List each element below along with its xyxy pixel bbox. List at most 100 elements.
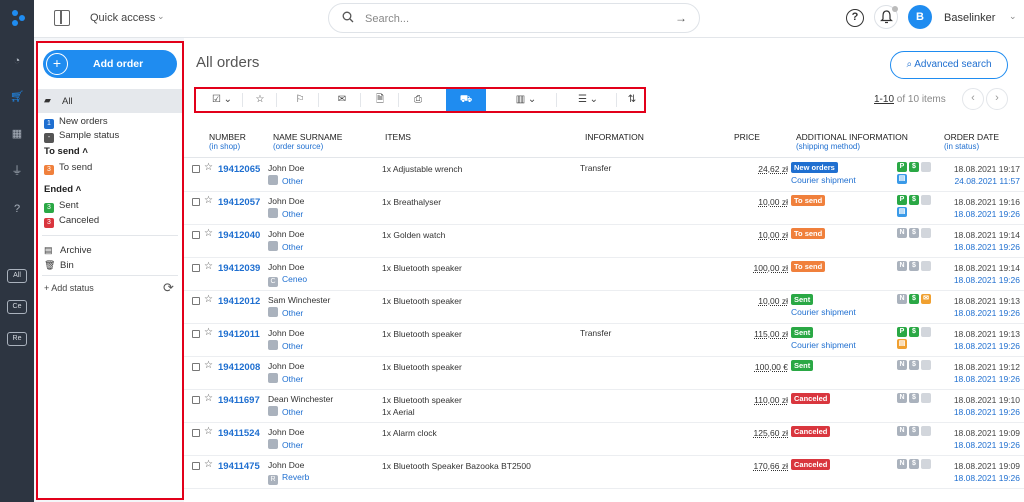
row-checkbox[interactable] bbox=[192, 429, 200, 437]
plug-icon[interactable]: ⏚ bbox=[9, 164, 25, 178]
col-price[interactable]: PRICE bbox=[734, 132, 760, 142]
sidebar-toggle-icon[interactable] bbox=[54, 10, 70, 26]
baselinker-logo[interactable] bbox=[8, 8, 28, 28]
status-item-sent[interactable]: 3 Sent bbox=[44, 200, 79, 214]
order-number-link[interactable]: 19411697 bbox=[218, 395, 260, 406]
table-row[interactable]: ☆ 19412012 Sam Winchester Other 1x Bluetooth… bbox=[184, 291, 1024, 324]
payment-flag-icon[interactable]: $ bbox=[909, 195, 919, 205]
avatar[interactable]: B bbox=[908, 5, 932, 29]
order-number-link[interactable]: 19412008 bbox=[218, 362, 260, 373]
sort-icon[interactable]: ⇅ bbox=[622, 91, 642, 109]
status-item-canceled[interactable]: 3 Canceled bbox=[44, 215, 99, 229]
order-source[interactable]: Other bbox=[268, 241, 303, 252]
advanced-search-button[interactable]: ⌕ Advanced search bbox=[890, 51, 1008, 79]
quick-access-menu[interactable]: Quick access bbox=[90, 12, 155, 24]
order-source[interactable]: Other bbox=[268, 406, 303, 417]
status-item-sample-status[interactable]: - Sample status bbox=[44, 130, 119, 144]
order-source[interactable]: Other bbox=[268, 439, 303, 450]
chevron-down-icon[interactable]: ⌄ bbox=[157, 11, 165, 22]
chevron-left-icon[interactable]: ‹ bbox=[962, 88, 984, 110]
refresh-icon[interactable]: ⟳ bbox=[163, 280, 174, 296]
payment-flag-icon[interactable]: $ bbox=[909, 294, 919, 304]
status-badge[interactable]: Sent bbox=[791, 294, 814, 305]
table-row[interactable]: ☆ 19412008 John Doe Other 1x Bluetooth speak… bbox=[184, 357, 1024, 390]
not-paid-flag-icon[interactable]: N bbox=[897, 294, 907, 304]
status-item-to-send[interactable]: 3 To send bbox=[44, 162, 92, 176]
order-number-link[interactable]: 19412040 bbox=[218, 230, 260, 241]
star-icon[interactable]: ☆ bbox=[204, 162, 213, 173]
chevron-down-icon[interactable]: ⌄ bbox=[1009, 11, 1017, 22]
order-source[interactable]: Other bbox=[268, 340, 303, 351]
status-item-bin[interactable]: 🗑︎ Bin bbox=[44, 260, 74, 271]
order-price[interactable]: 10,00 zł bbox=[704, 296, 788, 306]
star-icon[interactable]: ☆ bbox=[204, 327, 213, 338]
table-row[interactable]: ☆ 19412039 John Doe C Ceneo 1x Bluetooth spea… bbox=[184, 258, 1024, 291]
not-paid-flag-icon[interactable]: N bbox=[897, 228, 907, 238]
order-price[interactable]: 170,66 zł bbox=[704, 461, 789, 471]
status-badge[interactable]: Canceled bbox=[791, 459, 831, 470]
status-badge[interactable]: Sent bbox=[791, 327, 814, 338]
not-paid-flag-icon[interactable]: N bbox=[897, 426, 907, 436]
order-price[interactable]: 24,62 zł bbox=[704, 164, 788, 174]
status-badge[interactable]: Canceled bbox=[791, 393, 831, 404]
order-source[interactable]: Other bbox=[268, 208, 303, 219]
col-name[interactable]: NAME SURNAME (order source) bbox=[273, 132, 342, 152]
printer-icon[interactable]: ⎙ bbox=[406, 91, 430, 109]
order-source[interactable]: Other bbox=[268, 175, 303, 186]
payment-flag-icon[interactable]: $ bbox=[909, 360, 919, 370]
order-price[interactable]: 125,60 zł bbox=[704, 428, 789, 438]
document-icon[interactable]: ▤ bbox=[897, 207, 907, 217]
order-number-link[interactable]: 19412039 bbox=[218, 263, 260, 274]
payment-flag-icon[interactable]: $ bbox=[909, 459, 919, 469]
table-row[interactable]: ☆ 19412011 John Doe Other 1x Bluetooth speak… bbox=[184, 324, 1024, 357]
star-icon[interactable]: ☆ bbox=[204, 294, 213, 305]
warehouse-icon[interactable]: ▦ bbox=[9, 127, 25, 141]
order-price[interactable]: 10,00 zł bbox=[704, 230, 788, 240]
status-badge[interactable]: Sent bbox=[791, 360, 814, 371]
star-icon[interactable]: ☆ bbox=[204, 360, 213, 371]
status-badge[interactable]: To send bbox=[791, 195, 826, 206]
payment-flag-icon[interactable]: $ bbox=[909, 426, 919, 436]
document-icon[interactable]: 🗎︎ bbox=[368, 91, 392, 109]
dashboard-icon[interactable]: ◔ bbox=[9, 54, 25, 68]
status-group-ended[interactable]: Ended ˄ bbox=[44, 184, 81, 195]
status-item-all[interactable]: ▰ All bbox=[38, 89, 182, 113]
order-number-link[interactable]: 19411475 bbox=[218, 461, 260, 472]
star-icon[interactable]: ☆ bbox=[204, 228, 213, 239]
document-icon[interactable]: ▤ bbox=[897, 339, 907, 349]
paid-flag-icon[interactable]: P bbox=[897, 327, 907, 337]
star-icon[interactable]: ☆ bbox=[204, 393, 213, 404]
row-checkbox[interactable] bbox=[192, 363, 200, 371]
star-icon[interactable]: ☆ bbox=[204, 261, 213, 272]
paid-flag-icon[interactable]: P bbox=[897, 162, 907, 172]
invoice-flag-icon[interactable] bbox=[921, 195, 931, 205]
payment-flag-icon[interactable]: $ bbox=[909, 228, 919, 238]
status-badge[interactable]: To send bbox=[791, 261, 826, 272]
rail-tag-all[interactable]: All bbox=[7, 269, 27, 283]
select-dropdown-button[interactable]: ☑ ⌄ bbox=[204, 91, 240, 109]
star-icon[interactable]: ☆ bbox=[204, 459, 213, 470]
order-source[interactable]: Other bbox=[268, 307, 303, 318]
order-price[interactable]: 110,00 zł bbox=[704, 395, 788, 405]
table-row[interactable]: ☆ 19411524 John Doe Other 1x Alarm clock 125,… bbox=[184, 423, 1024, 456]
document-icon[interactable] bbox=[921, 393, 931, 403]
table-row[interactable]: ☆ 19412040 John Doe Other 1x Golden watch 10,… bbox=[184, 225, 1024, 258]
order-price[interactable]: 115,00 zł bbox=[704, 329, 788, 339]
invoice-flag-icon[interactable] bbox=[921, 162, 931, 172]
help-circle-icon[interactable]: ? bbox=[9, 202, 25, 216]
document-icon[interactable] bbox=[921, 360, 931, 370]
chevron-right-icon[interactable]: › bbox=[986, 88, 1008, 110]
order-number-link[interactable]: 19411524 bbox=[218, 428, 260, 439]
star-icon[interactable]: ☆ bbox=[204, 426, 213, 437]
order-number-link[interactable]: 19412011 bbox=[218, 329, 260, 340]
document-icon[interactable] bbox=[921, 426, 931, 436]
invoice-flag-icon[interactable] bbox=[921, 327, 931, 337]
not-paid-flag-icon[interactable]: N bbox=[897, 360, 907, 370]
order-price[interactable]: 100,00 zł bbox=[704, 263, 789, 273]
not-paid-flag-icon[interactable]: N bbox=[897, 393, 907, 403]
table-row[interactable]: ☆ 19412065 John Doe Other 1x Adjustable wren… bbox=[184, 159, 1024, 192]
status-item-new-orders[interactable]: 1 New orders bbox=[44, 116, 108, 130]
help-icon[interactable]: ? bbox=[846, 9, 864, 27]
shipping-truck-button[interactable]: ⛟ bbox=[446, 89, 486, 111]
table-row[interactable]: ☆ 19411697 Dean Winchester Other 1x Bluetoot… bbox=[184, 390, 1024, 423]
